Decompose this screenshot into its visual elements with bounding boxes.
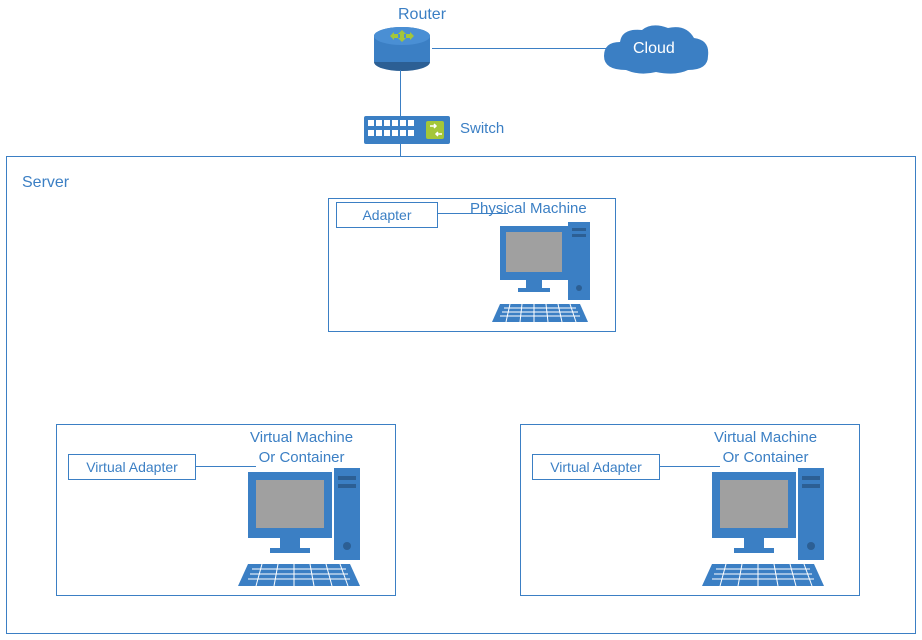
computer-icon-vm1 — [238, 464, 372, 590]
connector-adapter-computer — [438, 213, 508, 214]
computer-icon-physical — [490, 218, 600, 328]
physical-machine-label: Physical Machine — [470, 200, 587, 217]
switch-label: Switch — [460, 120, 504, 137]
router-icon — [372, 26, 432, 72]
virtual-adapter-box-2: Virtual Adapter — [532, 454, 660, 480]
diagram-canvas: Router Cloud — [0, 0, 922, 640]
adapter-box: Adapter — [336, 202, 438, 228]
router-label: Router — [398, 6, 446, 24]
vm-label-1-line1: Virtual Machine — [250, 429, 353, 446]
virtual-adapter-box-1: Virtual Adapter — [68, 454, 196, 480]
switch-icon — [364, 116, 450, 144]
connector-router-switch — [400, 70, 401, 116]
connector-router-cloud — [432, 48, 616, 49]
vm-label-2-line2: Or Container — [723, 449, 809, 466]
vm-label-2: Virtual Machine Or Container — [714, 428, 817, 467]
computer-icon-vm2 — [702, 464, 836, 590]
vm-label-1: Virtual Machine Or Container — [250, 428, 353, 467]
vm-label-2-line1: Virtual Machine — [714, 429, 817, 446]
server-label: Server — [22, 174, 69, 192]
cloud-label: Cloud — [633, 40, 675, 58]
vm-label-1-line2: Or Container — [259, 449, 345, 466]
